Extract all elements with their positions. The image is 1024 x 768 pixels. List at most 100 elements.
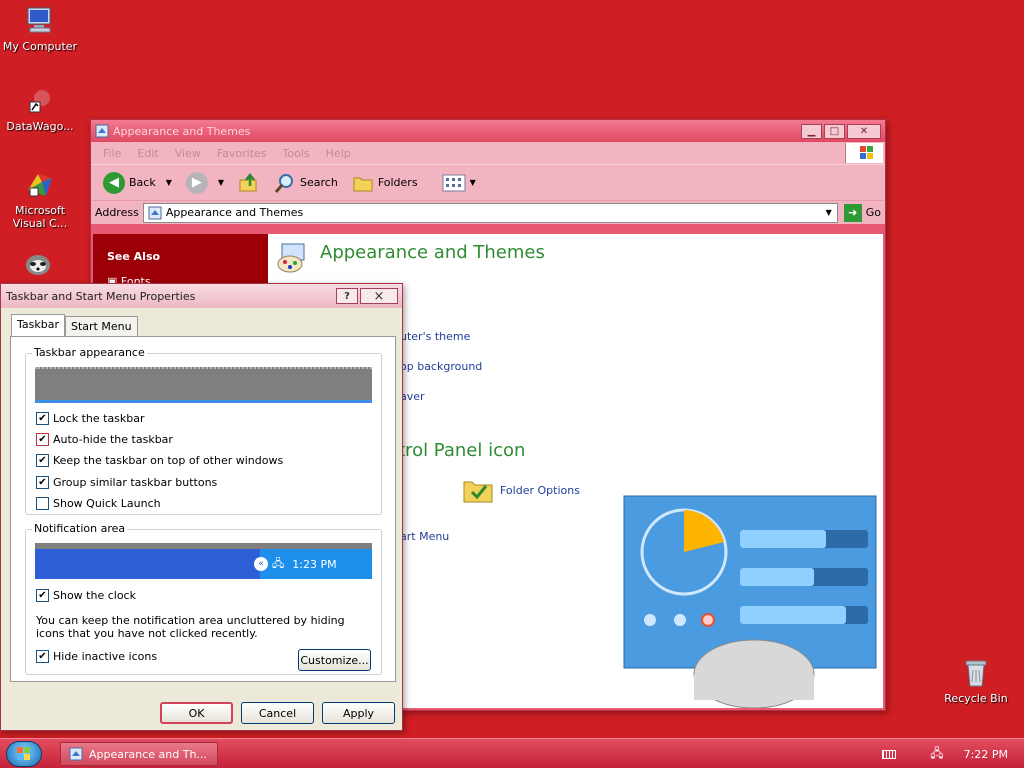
windows-logo-icon (845, 143, 883, 163)
control-panel-illustration (623, 495, 877, 708)
checkbox-label: Hide inactive icons (53, 650, 158, 663)
desktop-icon-raccoon[interactable] (22, 247, 54, 279)
appearance-themes-icon (277, 243, 305, 273)
menu-edit[interactable]: Edit (129, 147, 166, 160)
menu-favorites[interactable]: Favorites (209, 147, 275, 160)
explorer-toolbar: ◀ Back ▼ ▶ ▼ Search Folders ▼ (91, 164, 885, 200)
checkbox-box (36, 497, 49, 510)
up-button[interactable] (234, 170, 264, 196)
shortcut-icon (29, 90, 50, 113)
apply-button[interactable]: Apply (322, 702, 395, 724)
back-button[interactable]: ◀ Back ▼ (99, 170, 176, 196)
link-change-theme[interactable]: uter's theme (400, 330, 470, 343)
menu-view[interactable]: View (167, 147, 209, 160)
desktop-icon-label: DataWago... (6, 120, 74, 133)
menu-tools[interactable]: Tools (275, 147, 318, 160)
folders-label: Folders (377, 176, 418, 189)
notification-info-text: You can keep the notification area unclu… (36, 614, 345, 640)
checkbox-label: Auto-hide the taskbar (53, 433, 173, 446)
close-button[interactable]: ✕ (847, 123, 881, 139)
lock-taskbar-checkbox[interactable]: ✔ Lock the taskbar (36, 412, 145, 425)
tab-start-menu[interactable]: Start Menu (65, 316, 138, 336)
checkbox-label: Group similar taskbar buttons (53, 476, 218, 489)
menu-bar: File Edit View Favorites Tools Help (91, 142, 885, 164)
checkbox-label: Show Quick Launch (53, 497, 161, 510)
menu-help[interactable]: Help (318, 147, 359, 160)
link-taskbar-start-menu[interactable]: art Menu (400, 530, 449, 543)
checkbox-box: ✔ (36, 589, 49, 602)
network-icon: 🖧 (272, 556, 285, 570)
show-clock-checkbox[interactable]: ✔ Show the clock (36, 589, 136, 602)
control-panel-icon (148, 206, 162, 219)
desktop-icon-label: Recycle Bin (944, 692, 1008, 705)
notification-area-group: Notification area « 🖧 1:23 PM ✔ Show the … (25, 522, 382, 675)
help-button[interactable]: ? (336, 288, 358, 304)
dialog-titlebar[interactable]: Taskbar and Start Menu Properties ? × (1, 284, 402, 308)
desktop-icon-visual-c[interactable]: Microsoft Visual C... (0, 168, 80, 230)
taskbar-button-appearance[interactable]: Appearance and Th... (60, 742, 218, 766)
forward-button[interactable]: ▶ ▼ (182, 170, 228, 196)
chevron-down-icon[interactable]: ▼ (166, 178, 172, 187)
explorer-titlebar[interactable]: Appearance and Themes ▁ □ ✕ (91, 120, 885, 142)
go-label: Go (865, 206, 881, 219)
control-panel-icon-heading: trol Panel icon (398, 440, 526, 461)
chevron-down-icon[interactable]: ▼ (821, 204, 837, 222)
ok-button[interactable]: OK (160, 702, 233, 724)
checkbox-box: ✔ (36, 650, 49, 663)
folder-options-icon[interactable] (462, 476, 494, 504)
link-screen-saver[interactable]: aver (400, 390, 425, 403)
go-button[interactable]: ➜ Go (843, 203, 881, 222)
keyboard-icon[interactable] (882, 749, 897, 759)
taskbar-preview (35, 367, 372, 403)
raccoon-icon (26, 255, 50, 275)
desktop-icon-my-computer[interactable]: My Computer (0, 4, 80, 53)
folders-button[interactable]: Folders (348, 170, 422, 196)
views-grid-icon (442, 174, 466, 191)
checkbox-box: ✔ (36, 433, 49, 446)
menu-file[interactable]: File (95, 147, 129, 160)
customize-button[interactable]: Customize... (298, 649, 371, 671)
checkbox-label: Show the clock (53, 589, 136, 602)
quick-launch-checkbox[interactable]: Show Quick Launch (36, 497, 161, 510)
search-label: Search (300, 176, 338, 189)
back-arrow-icon: ◀ (103, 171, 125, 194)
tab-taskbar[interactable]: Taskbar (11, 314, 65, 336)
tray-preview: « 🖧 1:23 PM (254, 549, 372, 579)
page-heading: Appearance and Themes (320, 242, 545, 263)
taskbar-button-label: Appearance and Th... (89, 747, 207, 761)
minimize-button[interactable]: ▁ (801, 123, 822, 139)
checkbox-box: ✔ (36, 454, 49, 467)
address-input[interactable]: Appearance and Themes ▼ (142, 202, 838, 223)
link-folder-options[interactable]: Folder Options (500, 484, 580, 497)
chevron-down-icon: ▼ (469, 178, 476, 187)
checkbox-label: Lock the taskbar (53, 412, 145, 425)
desktop-icon-datawago[interactable]: DataWago... (0, 84, 80, 133)
search-button[interactable]: Search (270, 170, 342, 196)
keep-on-top-checkbox[interactable]: ✔ Keep the taskbar on top of other window… (36, 454, 283, 467)
address-bar: Address Appearance and Themes ▼ ➜ Go (91, 200, 885, 224)
checkbox-label: Keep the taskbar on top of other windows (53, 454, 284, 467)
visual-c-icon (28, 174, 52, 197)
desktop-icon-recycle-bin[interactable]: Recycle Bin (936, 656, 1016, 705)
back-label: Back (129, 176, 156, 189)
network-icon[interactable]: 🖧 (930, 744, 943, 765)
clock[interactable]: 7:22 PM (964, 748, 1008, 761)
see-also-heading: See Also (107, 250, 161, 263)
group-buttons-checkbox[interactable]: ✔ Group similar taskbar buttons (36, 476, 217, 489)
start-button[interactable] (6, 741, 42, 767)
notification-preview: « 🖧 1:23 PM (35, 543, 372, 579)
maximize-button[interactable]: □ (824, 123, 845, 139)
link-desktop-background[interactable]: op background (400, 360, 482, 373)
windows-logo-icon (17, 747, 30, 760)
desktop-icon-label: My Computer (2, 40, 78, 53)
auto-hide-checkbox[interactable]: ✔ Auto-hide the taskbar (36, 433, 173, 446)
dialog-close-button[interactable]: × (360, 288, 398, 304)
address-value: Appearance and Themes (165, 206, 304, 219)
views-button[interactable]: ▼ (438, 172, 480, 194)
notification-area-label: Notification area (32, 522, 128, 535)
cancel-button[interactable]: Cancel (241, 702, 314, 724)
hide-inactive-checkbox[interactable]: ✔ Hide inactive icons (36, 650, 157, 663)
taskbar-properties-dialog[interactable]: Taskbar and Start Menu Properties ? × Ta… (0, 283, 403, 731)
chevron-down-icon[interactable]: ▼ (218, 178, 224, 187)
taskbar: Appearance and Th... 🖧 7:22 PM (0, 738, 1024, 768)
